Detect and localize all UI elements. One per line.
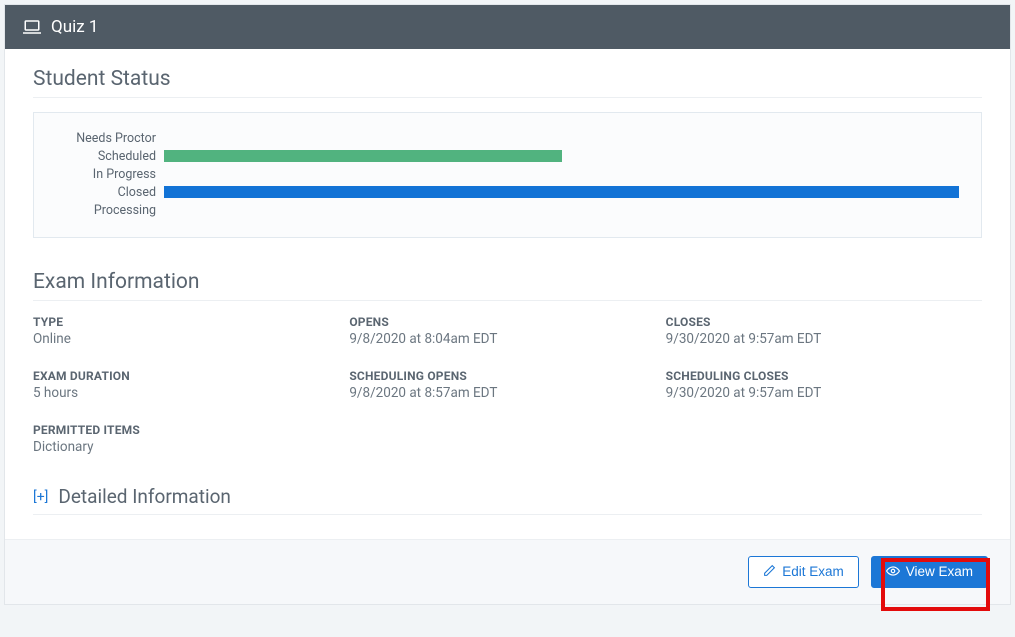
- status-bar-track: [164, 204, 959, 216]
- button-label: Edit Exam: [782, 565, 844, 579]
- info-label: TYPE: [33, 315, 349, 329]
- status-row: Scheduled: [56, 147, 959, 165]
- info-duration: EXAM DURATION 5 hours: [33, 369, 349, 401]
- status-label: Processing: [56, 203, 156, 218]
- status-bar-track: [164, 186, 959, 198]
- info-closes: CLOSES 9/30/2020 at 9:57am EDT: [666, 315, 982, 347]
- status-label: Scheduled: [56, 149, 156, 164]
- info-label: CLOSES: [666, 315, 982, 329]
- info-sched-opens: SCHEDULING OPENS 9/8/2020 at 8:57am EDT: [349, 369, 665, 401]
- status-row: In Progress: [56, 165, 959, 183]
- status-row: Closed: [56, 183, 959, 201]
- button-label: View Exam: [906, 565, 973, 579]
- divider: [33, 300, 982, 301]
- exam-card: Quiz 1 Student Status Needs Proctor Sched…: [4, 4, 1011, 605]
- info-value: 9/30/2020 at 9:57am EDT: [666, 385, 982, 401]
- info-permitted: PERMITTED ITEMS Dictionary: [33, 423, 349, 455]
- info-type: TYPE Online: [33, 315, 349, 347]
- card-footer: Edit Exam View Exam: [5, 539, 1010, 604]
- info-label: PERMITTED ITEMS: [33, 423, 349, 437]
- status-label: Closed: [56, 185, 156, 200]
- info-value: Dictionary: [33, 439, 349, 455]
- info-opens: OPENS 9/8/2020 at 8:04am EDT: [349, 315, 665, 347]
- detailed-info-row: [+] Detailed Information: [33, 485, 982, 508]
- info-label: EXAM DURATION: [33, 369, 349, 383]
- status-bar-fill: [164, 186, 959, 198]
- status-row: Processing: [56, 201, 959, 219]
- student-status-title: Student Status: [33, 67, 982, 91]
- info-label: OPENS: [349, 315, 665, 329]
- expand-toggle[interactable]: [+]: [33, 489, 48, 505]
- exam-info-grid: TYPE Online OPENS 9/8/2020 at 8:04am EDT…: [33, 315, 982, 455]
- info-sched-closes: SCHEDULING CLOSES 9/30/2020 at 9:57am ED…: [666, 369, 982, 401]
- status-bar-track: [164, 132, 959, 144]
- edit-exam-button[interactable]: Edit Exam: [748, 556, 859, 588]
- eye-icon: [886, 565, 900, 580]
- detailed-info-title: Detailed Information: [58, 485, 231, 508]
- info-value: 5 hours: [33, 385, 349, 401]
- student-status-chart: Needs Proctor Scheduled In Progress Closed P…: [33, 112, 982, 238]
- card-body: Student Status Needs Proctor Scheduled In …: [5, 49, 1010, 539]
- info-value: 9/30/2020 at 9:57am EDT: [666, 331, 982, 347]
- info-value: 9/8/2020 at 8:57am EDT: [349, 385, 665, 401]
- status-row: Needs Proctor: [56, 129, 959, 147]
- card-header: Quiz 1: [5, 5, 1010, 49]
- card-title: Quiz 1: [51, 17, 98, 37]
- info-value: 9/8/2020 at 8:04am EDT: [349, 331, 665, 347]
- status-label: Needs Proctor: [56, 131, 156, 146]
- laptop-icon: [23, 19, 41, 35]
- edit-icon: [763, 564, 776, 580]
- info-label: SCHEDULING CLOSES: [666, 369, 982, 383]
- exam-info-title: Exam Information: [33, 270, 982, 294]
- status-bar-track: [164, 150, 959, 162]
- status-bar-fill: [164, 150, 562, 162]
- status-bar-track: [164, 168, 959, 180]
- info-value: Online: [33, 331, 349, 347]
- info-label: SCHEDULING OPENS: [349, 369, 665, 383]
- status-label: In Progress: [56, 167, 156, 182]
- view-exam-button[interactable]: View Exam: [871, 556, 988, 588]
- divider: [33, 97, 982, 98]
- divider: [33, 514, 982, 515]
